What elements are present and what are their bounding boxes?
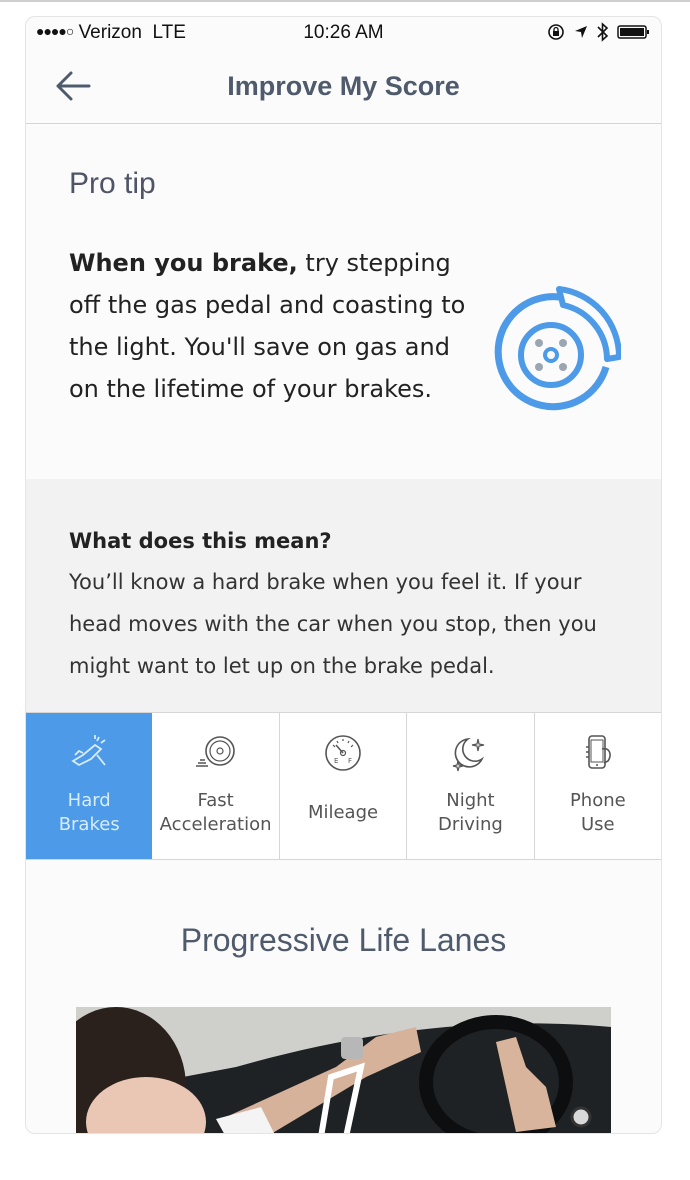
pro-tip-lead: When you brake,	[69, 249, 298, 277]
hard-brake-icon	[71, 735, 106, 767]
tab-label: Phone Use	[569, 790, 626, 835]
tab-label: Night Driving	[438, 790, 503, 835]
tab-phone-use[interactable]: Phone Use	[535, 713, 661, 859]
moon-stars-icon	[453, 737, 485, 772]
behavior-tabs: Hard Brakes Fast Acceleration E F Mileage	[26, 712, 661, 860]
life-lanes-heading: Progressive Life Lanes	[180, 922, 507, 958]
brake-disc-icon	[494, 286, 621, 411]
tab-hard-brakes[interactable]: Hard Brakes	[26, 713, 153, 859]
bluetooth-icon	[597, 22, 609, 42]
svg-text:F: F	[348, 757, 352, 765]
rotation-lock-icon	[548, 24, 564, 40]
tab-mileage[interactable]: E F Mileage	[280, 713, 408, 859]
tab-fast-acceleration[interactable]: Fast Acceleration	[152, 713, 280, 859]
tab-label: Hard Brakes	[58, 790, 120, 835]
photo-illustration	[76, 1007, 611, 1133]
tire-icon	[195, 736, 235, 767]
meaning-question: What does this mean?	[69, 529, 332, 553]
top-divider	[0, 0, 690, 2]
location-arrow-icon	[575, 26, 587, 38]
meaning-section: What does this mean? You’ll know a hard …	[26, 479, 661, 712]
phone-hand-icon	[585, 735, 611, 769]
page-title: Improve My Score	[227, 71, 460, 101]
driver-steering-wheel-photo[interactable]	[76, 1007, 611, 1133]
fuel-gauge-icon: E F	[325, 735, 361, 771]
status-bar: ●●●●○ Verizon LTE 10:26 AM	[26, 17, 661, 49]
nav-bar: Improve My Score	[26, 49, 661, 124]
pro-tip-text: When you brake, try stepping off the gas…	[69, 242, 469, 410]
svg-text:E: E	[334, 757, 338, 765]
app-screen: ●●●●○ Verizon LTE 10:26 AM Improve My Sc…	[25, 16, 662, 1134]
tab-night-driving[interactable]: Night Driving	[407, 713, 535, 859]
meaning-answer: You’ll know a hard brake when you feel i…	[69, 570, 597, 678]
tab-label: Mileage	[307, 802, 379, 823]
battery-icon	[617, 25, 649, 39]
tab-label: Fast Acceleration	[159, 790, 272, 835]
status-icons	[547, 22, 651, 42]
pro-tip-heading: Pro tip	[69, 167, 156, 200]
